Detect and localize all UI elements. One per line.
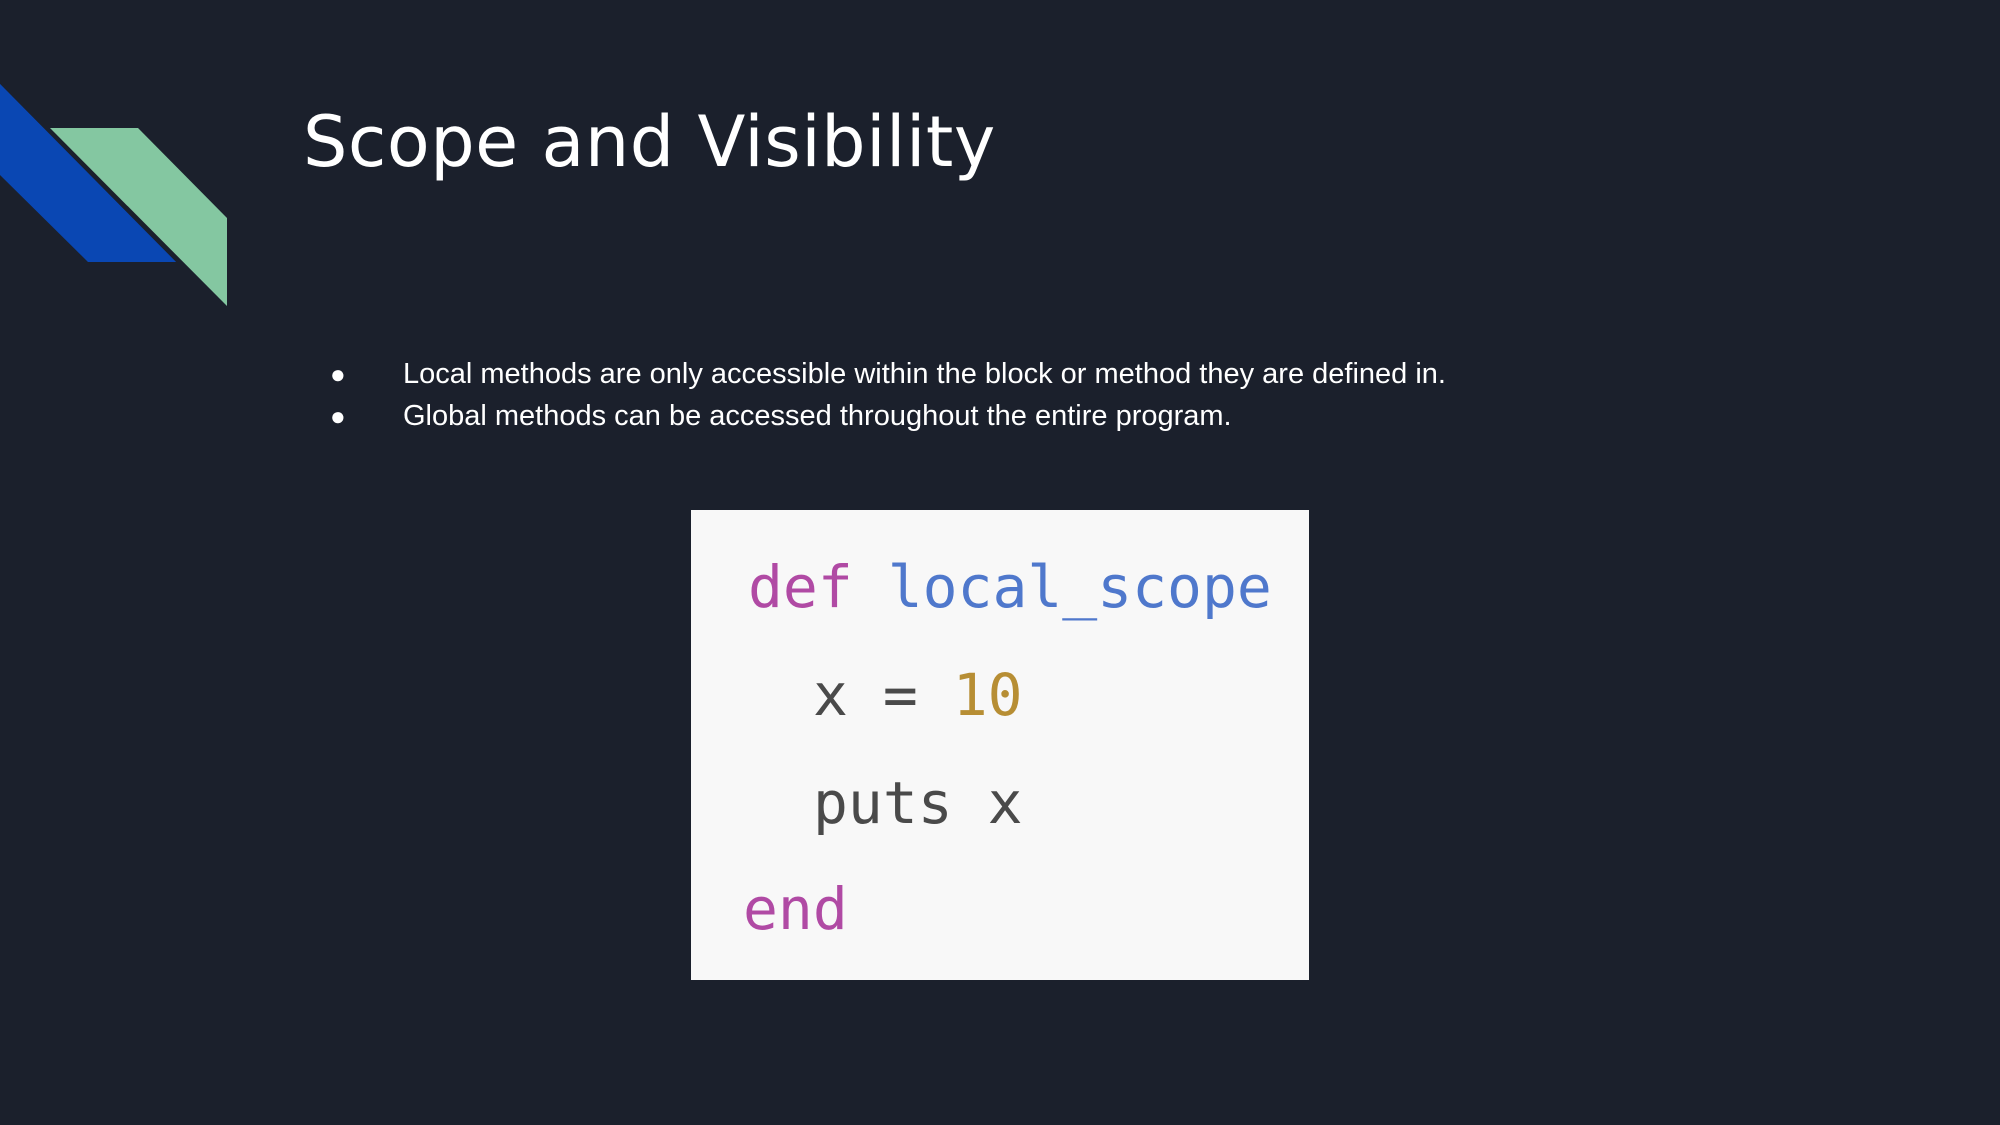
code-variable: x bbox=[813, 661, 848, 729]
code-line-assign: x = 10 bbox=[813, 666, 1023, 724]
bullet-text: Global methods can be accessed throughou… bbox=[403, 400, 1232, 432]
code-keyword-def: def bbox=[748, 553, 853, 621]
bullet-list: ● Local methods are only accessible with… bbox=[330, 358, 1446, 442]
code-line-end: end bbox=[743, 880, 848, 938]
code-puts: puts bbox=[813, 769, 953, 837]
code-keyword-end: end bbox=[743, 875, 848, 943]
code-number: 10 bbox=[952, 661, 1023, 729]
slide-title: Scope and Visibility bbox=[303, 101, 996, 183]
code-operator: = bbox=[882, 661, 918, 729]
bullet-icon: ● bbox=[330, 401, 346, 431]
code-method-name: local_scope bbox=[887, 553, 1272, 621]
bullet-text: Local methods are only accessible within… bbox=[403, 358, 1446, 390]
corner-decoration bbox=[0, 84, 227, 306]
code-snippet-image: def local_scope x = 10 puts x end bbox=[691, 510, 1309, 980]
slide: Scope and Visibility ● Local methods are… bbox=[0, 0, 2000, 1125]
bullet-icon: ● bbox=[330, 359, 346, 389]
bullet-item: ● Local methods are only accessible with… bbox=[330, 358, 1446, 400]
code-line-puts: puts x bbox=[813, 774, 1023, 832]
bullet-item: ● Global methods can be accessed through… bbox=[330, 400, 1446, 442]
code-argument: x bbox=[987, 769, 1023, 837]
code-line-def: def local_scope bbox=[748, 558, 1272, 616]
